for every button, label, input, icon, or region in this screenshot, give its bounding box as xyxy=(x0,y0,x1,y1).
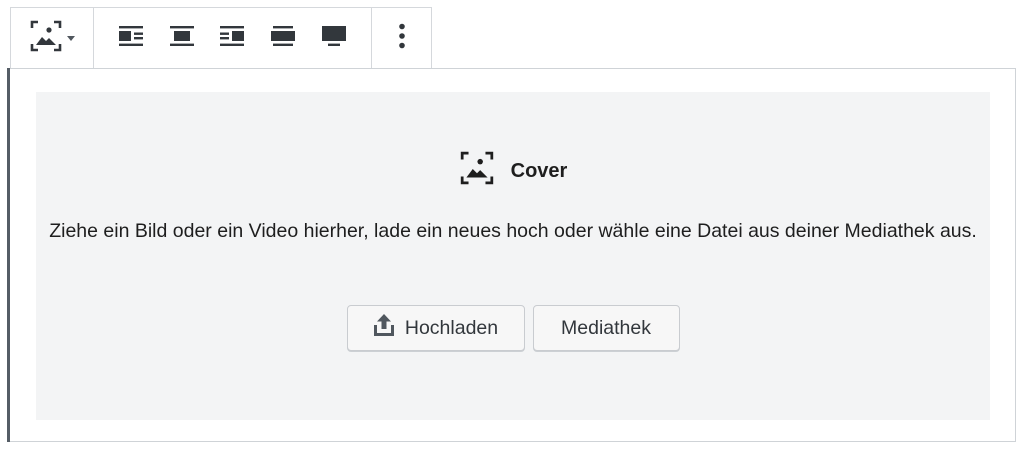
align-full-icon xyxy=(322,25,347,51)
more-options-group xyxy=(371,8,431,68)
upload-icon xyxy=(373,313,395,343)
align-center-button[interactable] xyxy=(162,18,202,58)
align-wide-button[interactable] xyxy=(263,18,303,58)
cover-image-icon xyxy=(459,150,495,192)
align-right-button[interactable] xyxy=(212,18,252,58)
placeholder-instructions: Ziehe ein Bild oder ein Video hierher, l… xyxy=(49,220,977,242)
placeholder-actions: Hochladen Mediathek xyxy=(36,305,990,351)
chevron-down-icon xyxy=(66,35,75,41)
align-right-icon xyxy=(220,25,245,51)
cover-placeholder[interactable]: Cover Ziehe ein Bild oder ein Video hier… xyxy=(36,92,990,420)
block-switcher-group xyxy=(11,8,93,68)
align-left-button[interactable] xyxy=(111,18,151,58)
block-switcher-button[interactable] xyxy=(29,18,75,58)
align-wide-icon xyxy=(271,25,296,51)
more-options-button[interactable] xyxy=(382,18,422,58)
align-center-icon xyxy=(169,25,194,51)
block-toolbar xyxy=(10,7,432,68)
placeholder-header: Cover xyxy=(36,150,990,192)
cover-image-icon xyxy=(29,19,63,58)
media-library-label: Mediathek xyxy=(561,316,651,339)
upload-label: Hochladen xyxy=(404,316,499,339)
cover-block: Cover Ziehe ein Bild oder ein Video hier… xyxy=(10,68,1016,442)
alignment-group xyxy=(92,8,371,68)
more-vertical-icon xyxy=(398,23,406,54)
upload-button[interactable]: Hochladen xyxy=(346,305,525,351)
media-library-button[interactable]: Mediathek xyxy=(532,305,680,351)
placeholder-title: Cover xyxy=(510,159,568,182)
align-left-icon xyxy=(118,25,143,51)
align-full-button[interactable] xyxy=(314,18,354,58)
